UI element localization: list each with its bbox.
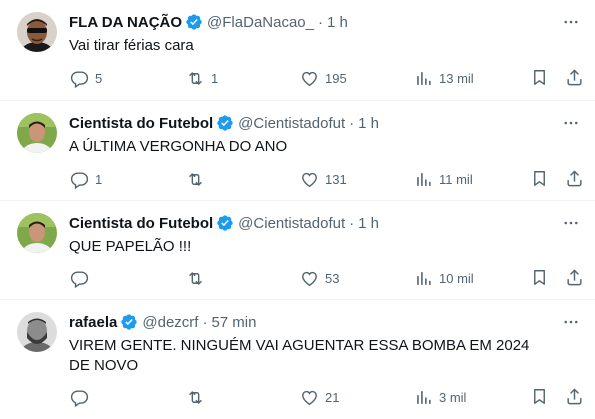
heart-icon — [302, 71, 317, 86]
like-count: 21 — [325, 389, 340, 405]
share-icon[interactable] — [565, 169, 584, 188]
share-icon[interactable] — [565, 387, 584, 406]
action-bar: 53 10 mil — [0, 268, 595, 288]
verified-badge-icon — [216, 214, 234, 232]
verified-badge-icon — [185, 13, 203, 31]
action-bar: 1 131 11 mil — [0, 169, 595, 189]
retweet-icon — [189, 390, 202, 404]
tweet-header: rafaela @dezcrf · 57 min — [69, 312, 256, 332]
tweet-text: VIREM GENTE. NINGUÉM VAI AGUENTAR ESSA B… — [69, 337, 534, 374]
retweet-count: 1 — [211, 70, 219, 86]
retweet-button[interactable] — [186, 268, 211, 288]
timestamp[interactable]: 1 h — [358, 215, 379, 232]
analytics-icon — [417, 390, 431, 404]
tweet[interactable]: Cientista do Futebol @Cientistadofut · 1… — [0, 101, 595, 201]
reply-button[interactable] — [70, 268, 95, 288]
display-name[interactable]: rafaela — [69, 314, 117, 331]
retweet-icon — [189, 71, 202, 85]
like-count: 131 — [325, 171, 347, 187]
views-button[interactable]: 3 mil — [414, 387, 466, 407]
more-options-icon[interactable] — [561, 213, 581, 233]
tweet-text: A ÚLTIMA VERGONHA DO ANO — [69, 138, 288, 155]
bookmark-icon[interactable] — [530, 68, 549, 87]
like-button[interactable]: 131 — [300, 169, 347, 189]
views-button[interactable]: 10 mil — [414, 268, 474, 288]
analytics-icon — [417, 71, 431, 85]
retweet-icon — [189, 271, 202, 285]
analytics-icon — [417, 172, 431, 186]
tweet-header: FLA DA NAÇÃO @FlaDaNacao_ · 1 h — [69, 12, 348, 32]
heart-icon — [302, 390, 317, 405]
avatar[interactable] — [17, 113, 57, 153]
retweet-button[interactable] — [186, 387, 211, 407]
like-button[interactable]: 53 — [300, 268, 339, 288]
timestamp[interactable]: 57 min — [211, 314, 256, 331]
user-handle[interactable]: @Cientistadofut — [238, 115, 345, 132]
view-count: 3 mil — [439, 389, 467, 405]
like-count: 53 — [325, 270, 340, 286]
reply-icon — [70, 270, 89, 288]
separator-dot: · — [202, 313, 208, 331]
verified-badge-icon — [216, 114, 234, 132]
analytics-icon — [417, 271, 431, 285]
display-name[interactable]: Cientista do Futebol — [69, 115, 213, 132]
avatar-man-sunglasses-icon — [17, 12, 57, 52]
reply-button[interactable]: 5 — [70, 68, 102, 88]
tweet[interactable]: Cientista do Futebol @Cientistadofut · 1… — [0, 201, 595, 300]
bookmark-icon[interactable] — [530, 387, 549, 406]
view-count: 10 mil — [439, 270, 474, 286]
reply-icon — [70, 171, 89, 189]
reply-icon — [70, 70, 89, 88]
reply-icon — [70, 389, 89, 407]
timestamp[interactable]: 1 h — [327, 14, 348, 31]
separator-dot: · — [349, 214, 355, 232]
view-count: 13 mil — [439, 70, 474, 86]
avatar[interactable] — [17, 12, 57, 52]
bookmark-icon[interactable] — [530, 169, 549, 188]
retweet-button[interactable] — [186, 169, 211, 189]
user-handle[interactable]: @FlaDaNacao_ — [207, 14, 314, 31]
avatar[interactable] — [17, 213, 57, 253]
reply-count: 1 — [95, 171, 103, 187]
share-icon[interactable] — [565, 268, 584, 287]
views-button[interactable]: 11 mil — [414, 169, 473, 189]
tweet[interactable]: FLA DA NAÇÃO @FlaDaNacao_ · 1 h Vai tira… — [0, 0, 595, 101]
more-options-icon[interactable] — [561, 312, 581, 332]
reply-button[interactable] — [70, 387, 95, 407]
separator-dot: · — [318, 13, 323, 31]
like-button[interactable]: 195 — [300, 68, 347, 88]
tweet-text: QUE PAPELÃO !!! — [69, 238, 192, 255]
separator-dot: · — [349, 114, 355, 132]
retweet-icon — [189, 172, 202, 186]
more-options-icon[interactable] — [561, 12, 581, 32]
retweet-button[interactable]: 1 — [186, 68, 218, 88]
avatar-man-green-icon — [17, 213, 57, 253]
share-icon[interactable] — [565, 68, 584, 87]
more-options-icon[interactable] — [561, 113, 581, 133]
user-handle[interactable]: @Cientistadofut — [238, 215, 345, 232]
avatar-bearded-man-icon — [17, 312, 57, 352]
tweet[interactable]: rafaela @dezcrf · 57 min VIREM GENTE. NI… — [0, 300, 595, 419]
heart-icon — [302, 271, 317, 286]
avatar[interactable] — [17, 312, 57, 352]
bookmark-icon[interactable] — [530, 268, 549, 287]
reply-button[interactable]: 1 — [70, 169, 102, 189]
verified-badge-icon — [120, 313, 138, 331]
tweet-text: Vai tirar férias cara — [69, 37, 194, 54]
tweet-header: Cientista do Futebol @Cientistadofut · 1… — [69, 213, 379, 233]
timestamp[interactable]: 1 h — [358, 115, 379, 132]
view-count: 11 mil — [439, 171, 473, 187]
like-button[interactable]: 21 — [300, 387, 339, 407]
user-handle[interactable]: @dezcrf — [142, 314, 198, 331]
like-count: 195 — [325, 70, 347, 86]
display-name[interactable]: FLA DA NAÇÃO — [69, 14, 182, 31]
display-name[interactable]: Cientista do Futebol — [69, 215, 213, 232]
action-bar: 5 1 195 13 mil — [0, 68, 595, 88]
action-bar: 21 3 mil — [0, 387, 595, 407]
heart-icon — [302, 172, 317, 187]
views-button[interactable]: 13 mil — [414, 68, 474, 88]
tweet-header: Cientista do Futebol @Cientistadofut · 1… — [69, 113, 379, 133]
avatar-man-green-icon — [17, 113, 57, 153]
reply-count: 5 — [95, 70, 103, 86]
